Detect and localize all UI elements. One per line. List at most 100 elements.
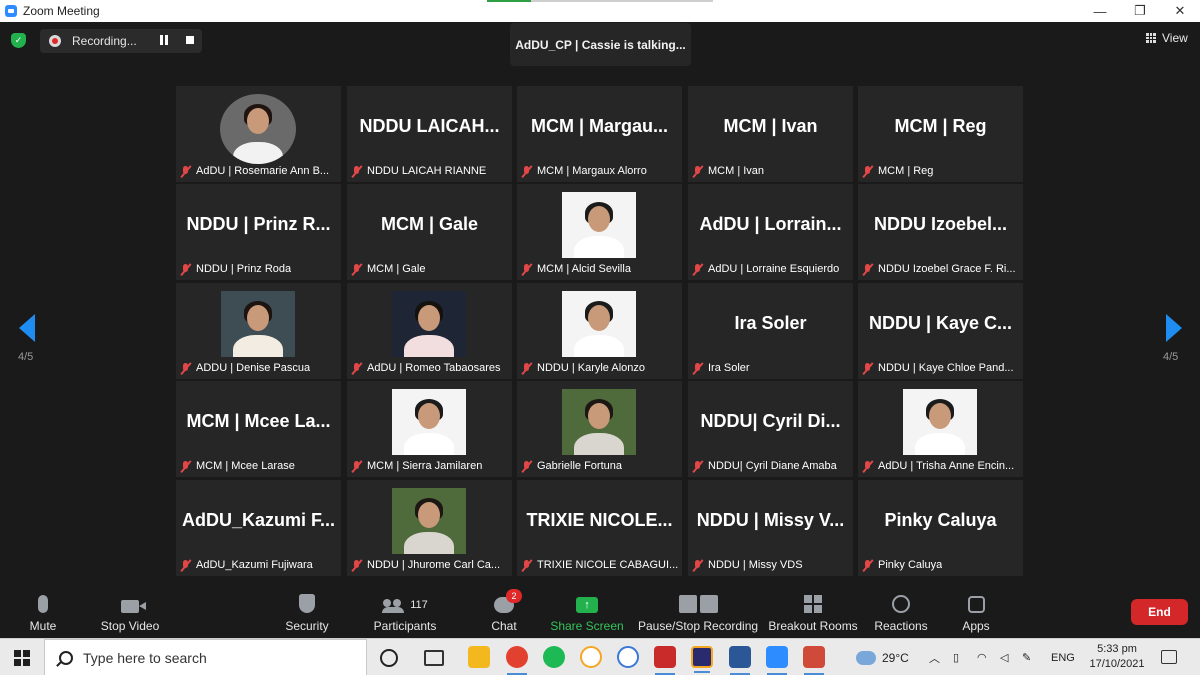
view-button[interactable]: View (1146, 30, 1188, 46)
participant-tile[interactable]: MCM | Ivan MCM | Ivan (688, 86, 853, 182)
participant-tile[interactable]: MCM | Gale MCM | Gale (347, 184, 512, 280)
breakout-rooms-icon (804, 595, 822, 613)
participant-tile[interactable]: AdDU | Trisha Anne Encin... (858, 381, 1023, 477)
participant-name-text: NDDU | Karyle Alonzo (537, 362, 646, 374)
participant-display-name: AdDU | Lorrain... (699, 214, 842, 234)
close-button[interactable]: ✕ (1160, 0, 1200, 22)
audio-app-icon[interactable] (691, 646, 713, 673)
participants-button[interactable]: 117 Participants (373, 585, 437, 638)
participant-name-text: AdDU_Kazumi Fujiwara (196, 559, 313, 571)
search-icon (59, 650, 73, 665)
mic-muted-icon (350, 263, 363, 276)
mic-muted-icon (179, 460, 192, 473)
pause-recording-icon[interactable] (160, 35, 170, 45)
acrobat-icon[interactable] (654, 646, 676, 675)
minimize-button[interactable]: — (1080, 0, 1120, 22)
mic-muted-icon (179, 263, 192, 276)
participant-tile[interactable]: NDDU | Prinz R... NDDU | Prinz Roda (176, 184, 341, 280)
participant-tile[interactable]: Gabrielle Fortuna (517, 381, 682, 477)
participant-video (903, 389, 977, 455)
windows-start-icon[interactable] (14, 650, 30, 666)
mic-muted-icon (350, 559, 363, 572)
participant-tile[interactable]: AdDU | Romeo Tabaosares (347, 283, 512, 379)
next-page-arrow-icon[interactable] (1166, 314, 1182, 342)
meeting-progress-bar (487, 0, 713, 2)
search-placeholder: Type here to search (83, 649, 207, 666)
participant-name-text: MCM | Sierra Jamilaren (367, 460, 483, 472)
participant-tile[interactable]: MCM | Reg MCM | Reg (858, 86, 1023, 182)
stop-recording-icon[interactable] (186, 36, 194, 44)
notification-center-icon[interactable] (1161, 650, 1177, 664)
volume-icon[interactable]: ◁ (1000, 639, 1008, 675)
participant-name-text: MCM | Alcid Sevilla (537, 263, 631, 275)
wifi-icon[interactable]: ◠ (977, 639, 987, 675)
share-screen-button[interactable]: ↑ Share Screen (550, 585, 624, 638)
participant-name-text: MCM | Mcee Larase (196, 460, 295, 472)
pause-stop-recording-button[interactable]: Pause/Stop Recording (638, 585, 758, 638)
participant-name-label: Pinky Caluya (861, 557, 942, 573)
participant-display-name: AdDU_Kazumi F... (181, 510, 336, 530)
participant-tile[interactable]: MCM | Alcid Sevilla (517, 184, 682, 280)
weather-temp: 29°C (882, 650, 909, 665)
reactions-button[interactable]: Reactions (874, 585, 928, 638)
checkmark-app-2-icon[interactable] (617, 646, 639, 668)
participant-tile[interactable]: NDDU Izoebel... NDDU Izoebel Grace F. Ri.… (858, 184, 1023, 280)
participant-name-text: MCM | Margaux Alorro (537, 165, 647, 177)
participant-tile[interactable]: TRIXIE NICOLE... TRIXIE NICOLE CABAGUI... (517, 480, 682, 576)
checkmark-app-icon[interactable] (580, 646, 602, 668)
participant-tile[interactable]: NDDU | Kaye C... NDDU | Kaye Chloe Pand..… (858, 283, 1023, 379)
mic-muted-icon (861, 263, 874, 276)
participant-tile[interactable]: AdDU | Lorrain... AdDU | Lorraine Esquier… (688, 184, 853, 280)
participant-display-name: TRIXIE NICOLE... (526, 510, 673, 530)
language-indicator[interactable]: ENG (1051, 639, 1075, 675)
breakout-rooms-button[interactable]: Breakout Rooms (768, 585, 858, 638)
tray-chevron-icon[interactable]: ︿ (929, 639, 940, 675)
encryption-shield-icon[interactable]: ✓ (11, 33, 26, 48)
mic-muted-icon (179, 362, 192, 375)
participant-tile[interactable]: Ira Soler Ira Soler (688, 283, 853, 379)
taskbar-search-box[interactable]: Type here to search (44, 639, 367, 675)
participant-tile[interactable]: MCM | Margau... MCM | Margaux Alorro (517, 86, 682, 182)
tray-device-icon[interactable]: ▯ (953, 639, 959, 675)
participant-tile[interactable]: NDDU | Jhurome Carl Ca... (347, 480, 512, 576)
zoom-taskbar-icon[interactable] (766, 646, 788, 675)
weather-widget[interactable]: 29°C (856, 639, 909, 675)
participant-tile[interactable]: NDDU LAICAH... NDDU LAICAH RIANNE (347, 86, 512, 182)
mic-muted-icon (861, 559, 874, 572)
participant-display-name: MCM | Gale (380, 214, 479, 234)
participant-tile[interactable]: NDDU| Cyril Di... NDDU| Cyril Diane Amaba (688, 381, 853, 477)
participant-tile[interactable]: NDDU | Karyle Alonzo (517, 283, 682, 379)
participant-tile[interactable]: NDDU | Missy V... NDDU | Missy VDS (688, 480, 853, 576)
stop-video-button[interactable]: Stop Video (100, 585, 160, 638)
participant-display-name: Ira Soler (734, 313, 807, 333)
participant-name-text: Gabrielle Fortuna (537, 460, 622, 472)
participant-name-text: MCM | Gale (367, 263, 426, 275)
end-meeting-button[interactable]: End (1131, 599, 1188, 625)
chrome-icon[interactable] (506, 646, 528, 675)
mute-button[interactable]: Mute (27, 585, 59, 638)
security-button[interactable]: Security (284, 585, 330, 638)
maximize-button[interactable]: ❐ (1120, 0, 1160, 22)
apps-button[interactable]: Apps (961, 585, 991, 638)
participant-name-label: MCM | Sierra Jamilaren (350, 458, 482, 474)
mic-muted-icon (520, 165, 533, 178)
window-titlebar: Zoom Meeting — ❐ ✕ (0, 0, 1200, 22)
participant-tile[interactable]: MCM | Sierra Jamilaren (347, 381, 512, 477)
participant-tile[interactable]: AdDU_Kazumi F... AdDU_Kazumi Fujiwara (176, 480, 341, 576)
share-screen-arrow-icon: ↑ (576, 597, 598, 613)
participant-tile[interactable]: Pinky Caluya Pinky Caluya (858, 480, 1023, 576)
previous-page-arrow-icon[interactable] (19, 314, 35, 342)
participant-tile[interactable]: ADDU | Denise Pascua (176, 283, 341, 379)
participant-video (562, 291, 636, 357)
file-explorer-icon[interactable] (468, 646, 490, 668)
app-tray-icon[interactable] (803, 646, 825, 675)
participant-tile[interactable]: AdDU | Rosemarie Ann B... (176, 86, 341, 182)
participants-count: 117 (410, 599, 428, 611)
cortana-icon[interactable] (380, 649, 398, 667)
spotify-icon[interactable] (543, 646, 565, 668)
task-view-icon[interactable] (424, 650, 444, 666)
word-icon[interactable] (729, 646, 751, 675)
pen-icon[interactable]: ✎ (1022, 639, 1031, 675)
participant-tile[interactable]: MCM | Mcee La... MCM | Mcee Larase (176, 381, 341, 477)
taskbar-clock[interactable]: 5:33 pm 17/10/2021 (1084, 642, 1150, 672)
